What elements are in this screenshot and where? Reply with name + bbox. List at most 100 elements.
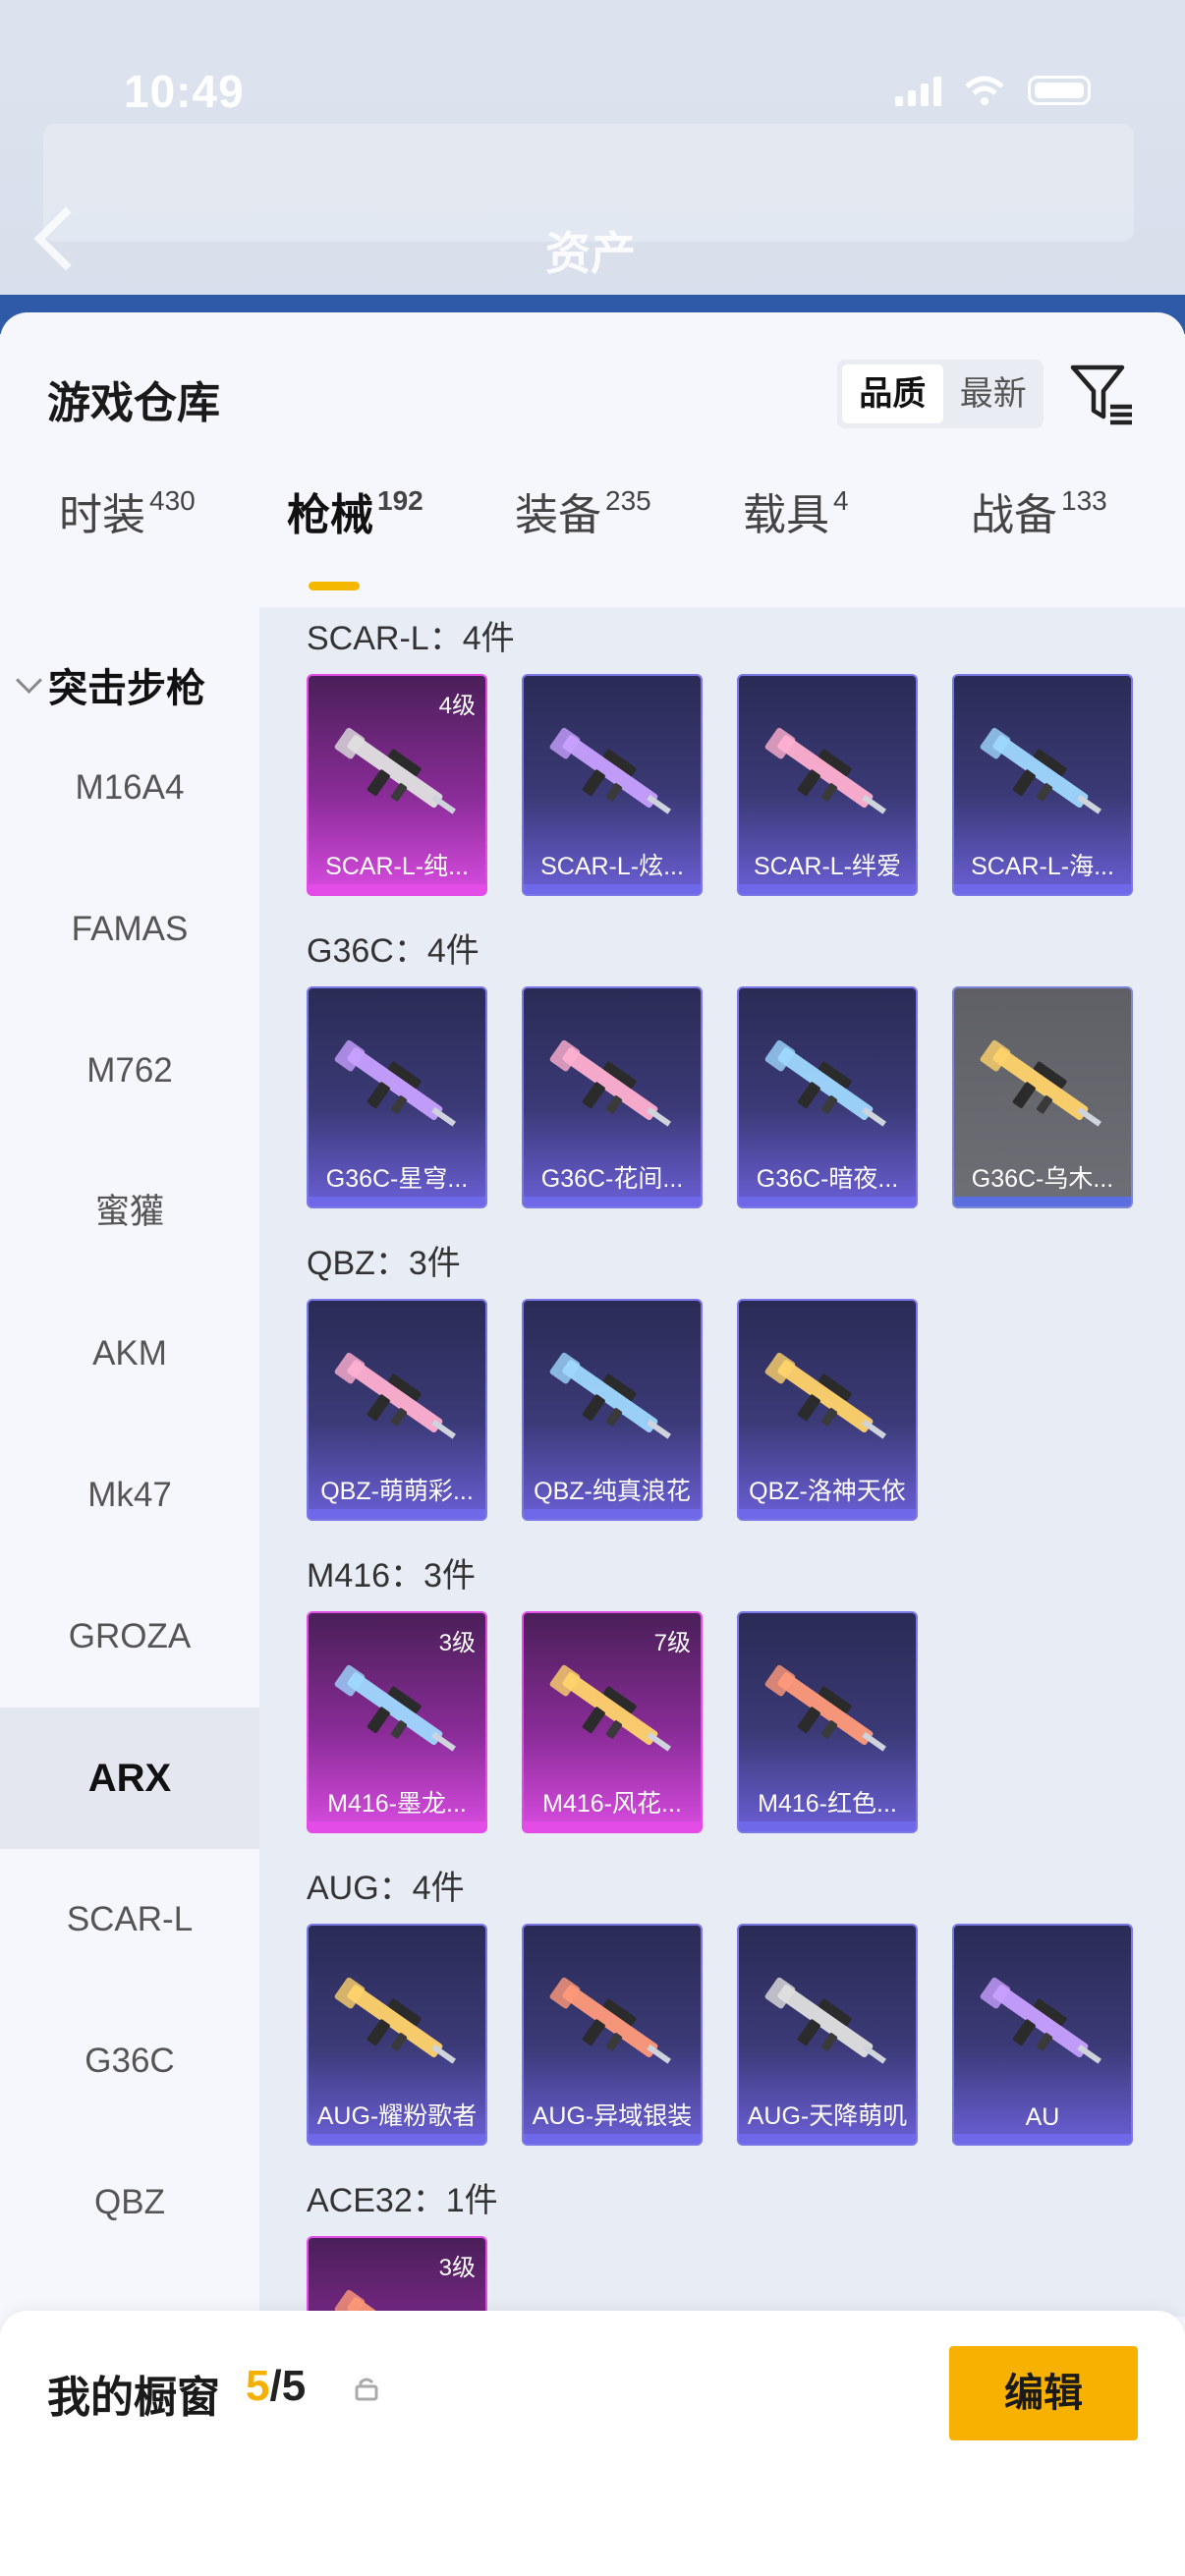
rarity-bar bbox=[954, 2134, 1131, 2144]
weapon-card[interactable]: M416-红色... bbox=[737, 1611, 918, 1833]
rarity-bar bbox=[954, 1197, 1131, 1206]
weapon-card[interactable]: SCAR-L-绊爱 bbox=[737, 674, 918, 896]
weapon-card[interactable]: G36C-花间... bbox=[522, 986, 703, 1208]
sidebar-item-mk47[interactable]: Mk47 bbox=[0, 1425, 259, 1566]
rarity-bar bbox=[739, 884, 916, 894]
weapon-card[interactable]: SCAR-L-海... bbox=[952, 674, 1133, 896]
category-tabs: 时装 430 枪械 192 装备 235 载具 4 战备 133 bbox=[0, 479, 1185, 588]
rarity-bar bbox=[739, 1197, 916, 1206]
tab-tactical[interactable]: 战备 133 bbox=[971, 479, 1107, 542]
weapon-group: M416：3件 3级 M416-墨龙... 7级 M416-风花... M416-红色..… bbox=[259, 1548, 1185, 1861]
sidebar-item-honey-badger[interactable]: 蜜獾 bbox=[0, 1142, 259, 1283]
sheet-title: 游戏仓库 bbox=[47, 379, 220, 427]
rarity-bar bbox=[309, 884, 485, 894]
sidebar-item-famas[interactable]: FAMAS bbox=[0, 859, 259, 1000]
weapon-name: AUG-异域银装 bbox=[532, 2102, 693, 2130]
tab-equipment[interactable]: 装备 235 bbox=[515, 479, 651, 542]
group-title: AUG：4件 bbox=[307, 1870, 465, 1907]
sidebar-item-akm[interactable]: AKM bbox=[0, 1283, 259, 1425]
weapon-card[interactable]: G36C-乌木... bbox=[952, 986, 1133, 1208]
rifle-icon bbox=[764, 1352, 886, 1439]
weapon-name: M416-风花... bbox=[542, 1790, 682, 1818]
rifle-icon bbox=[764, 1039, 886, 1127]
weapon-card[interactable]: G36C-星穹... bbox=[307, 986, 487, 1208]
rarity-bar bbox=[739, 1509, 916, 1519]
edit-button[interactable]: 编辑 bbox=[949, 2346, 1138, 2440]
group-title: G36C：4件 bbox=[307, 932, 480, 970]
weapon-name: AUG-耀粉歌者 bbox=[316, 2102, 478, 2130]
battery-icon bbox=[1028, 76, 1091, 105]
rarity-bar bbox=[524, 1509, 701, 1519]
showcase-total: 5 bbox=[281, 2362, 307, 2410]
showcase-bar: 我的橱窗 5/5 编辑 bbox=[0, 2311, 1185, 2576]
weapon-card[interactable]: QBZ-纯真浪花 bbox=[522, 1299, 703, 1521]
weapon-level: 7级 bbox=[653, 1630, 691, 1656]
showcase-current: 5 bbox=[246, 2362, 270, 2410]
sidebar-category-header[interactable]: 突击步枪 bbox=[16, 656, 205, 713]
weapon-group: ACE32：1件 3级 bbox=[259, 2173, 1185, 2317]
sidebar-item-g36c[interactable]: G36C bbox=[0, 1990, 259, 2132]
rifle-icon bbox=[549, 1352, 671, 1439]
rarity-bar bbox=[524, 1821, 701, 1831]
chevron-down-icon bbox=[16, 666, 42, 694]
rarity-bar bbox=[524, 1197, 701, 1206]
sidebar-item-m762[interactable]: M762 bbox=[0, 1000, 259, 1142]
rifle-icon bbox=[334, 1664, 456, 1752]
group-title: SCAR-L：4件 bbox=[307, 620, 515, 657]
rarity-bar bbox=[309, 1821, 485, 1831]
weapon-group: G36C：4件 G36C-星穹... G36C-花间... G36C-暗夜... G36… bbox=[259, 924, 1185, 1236]
sidebar-item-groza[interactable]: GROZA bbox=[0, 1566, 259, 1708]
rarity-bar bbox=[524, 2134, 701, 2144]
status-time: 10:49 bbox=[124, 66, 245, 117]
sidebar-item-arx[interactable]: ARX bbox=[0, 1708, 259, 1849]
weapon-card[interactable]: AUG-异域银装 bbox=[522, 1924, 703, 2146]
weapon-name: SCAR-L-海... bbox=[971, 853, 1114, 880]
rarity-bar bbox=[954, 884, 1131, 894]
weapon-name: QBZ-萌萌彩... bbox=[320, 1478, 474, 1505]
rifle-icon bbox=[980, 727, 1101, 814]
rarity-bar bbox=[309, 2134, 485, 2144]
filter-icon[interactable] bbox=[1067, 360, 1136, 428]
weapon-card[interactable]: 7级 M416-风花... bbox=[522, 1611, 703, 1833]
sidebar-item-qbz[interactable]: QBZ bbox=[0, 2132, 259, 2273]
rifle-icon bbox=[764, 727, 886, 814]
weapon-card[interactable]: SCAR-L-炫... bbox=[522, 674, 703, 896]
weapon-card[interactable]: 3级 bbox=[307, 2236, 487, 2317]
tab-weapons[interactable]: 枪械 192 bbox=[287, 479, 423, 542]
background-page-title: 资产 bbox=[545, 228, 636, 279]
rifle-icon bbox=[549, 727, 671, 814]
weapon-name: M416-墨龙... bbox=[327, 1790, 467, 1818]
weapon-card[interactable]: AUG-天降萌叽 bbox=[737, 1924, 918, 2146]
weapon-name: G36C-暗夜... bbox=[756, 1165, 899, 1193]
weapon-group: AUG：4件 AUG-耀粉歌者 AUG-异域银装 AUG-天降萌叽 AU bbox=[259, 1861, 1185, 2173]
weapon-name: SCAR-L-绊爱 bbox=[753, 853, 901, 880]
weapon-card[interactable]: 3级 M416-墨龙... bbox=[307, 1611, 487, 1833]
cellular-signal-icon bbox=[895, 75, 941, 106]
sort-quality-button[interactable]: 品质 bbox=[842, 364, 943, 423]
active-tab-indicator bbox=[309, 582, 360, 590]
rifle-icon bbox=[980, 1977, 1101, 2064]
sidebar-category-label: 突击步枪 bbox=[48, 667, 205, 710]
weapon-card[interactable]: AUG-耀粉歌者 bbox=[307, 1924, 487, 2146]
sidebar-item-scar-l[interactable]: SCAR-L bbox=[0, 1849, 259, 1990]
rifle-icon bbox=[334, 1352, 456, 1439]
warehouse-sheet: 游戏仓库 品质 最新 时装 430 枪械 192 装备 235 载具 4 战备 133 突… bbox=[0, 312, 1185, 2576]
status-icons bbox=[895, 75, 1091, 106]
rifle-icon bbox=[334, 727, 456, 814]
weapon-level: 4级 bbox=[438, 693, 476, 719]
weapon-name: M416-红色... bbox=[758, 1790, 897, 1818]
weapon-card[interactable]: AU bbox=[952, 1924, 1133, 2146]
weapon-card[interactable]: G36C-暗夜... bbox=[737, 986, 918, 1208]
weapon-name: G36C-花间... bbox=[540, 1165, 684, 1193]
sidebar-item-m16a4[interactable]: M16A4 bbox=[0, 717, 259, 859]
rarity-bar bbox=[739, 1821, 916, 1831]
rifle-icon bbox=[764, 1664, 886, 1752]
group-title: ACE32：1件 bbox=[307, 2182, 498, 2219]
tab-vehicles[interactable]: 载具 4 bbox=[743, 479, 849, 542]
sort-latest-button[interactable]: 最新 bbox=[943, 364, 1044, 423]
weapon-card[interactable]: QBZ-洛神天依 bbox=[737, 1299, 918, 1521]
weapon-card[interactable]: 4级 SCAR-L-纯... bbox=[307, 674, 487, 896]
rarity-bar bbox=[309, 1509, 485, 1519]
tab-fashion[interactable]: 时装 430 bbox=[59, 479, 196, 542]
weapon-card[interactable]: QBZ-萌萌彩... bbox=[307, 1299, 487, 1521]
